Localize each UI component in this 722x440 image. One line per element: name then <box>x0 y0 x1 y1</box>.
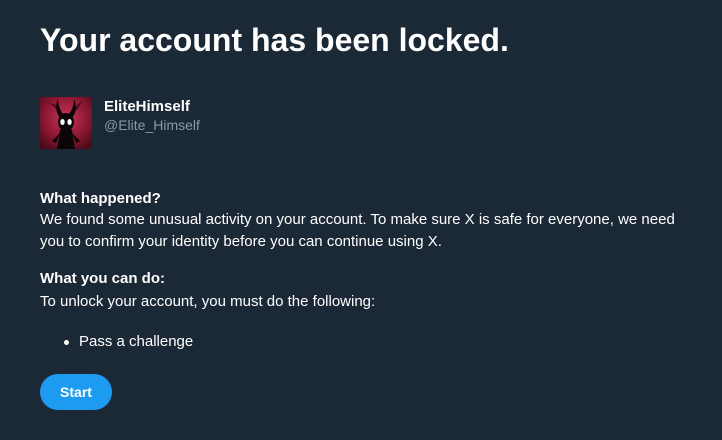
what-happened-heading: What happened? <box>40 190 161 207</box>
start-button[interactable]: Start <box>40 374 112 410</box>
what-you-can-do-text: To unlock your account, you must do the … <box>40 293 376 310</box>
display-name: EliteHimself <box>104 98 190 115</box>
step-label: Pass a challenge <box>79 333 194 350</box>
unlock-steps-list: Pass a challenge <box>40 331 193 353</box>
avatar <box>40 97 92 149</box>
page-title: Your account has been locked. <box>40 22 509 58</box>
bullet-icon <box>64 340 69 345</box>
account-profile: EliteHimself @Elite_Himself <box>40 97 440 151</box>
account-handle: @Elite_Himself <box>104 117 200 133</box>
list-item: Pass a challenge <box>40 331 193 353</box>
hollow-knight-avatar-icon <box>40 97 92 149</box>
what-happened-text: We found some unusual activity on your a… <box>40 211 675 250</box>
what-you-can-do-heading: What you can do: <box>40 270 165 287</box>
